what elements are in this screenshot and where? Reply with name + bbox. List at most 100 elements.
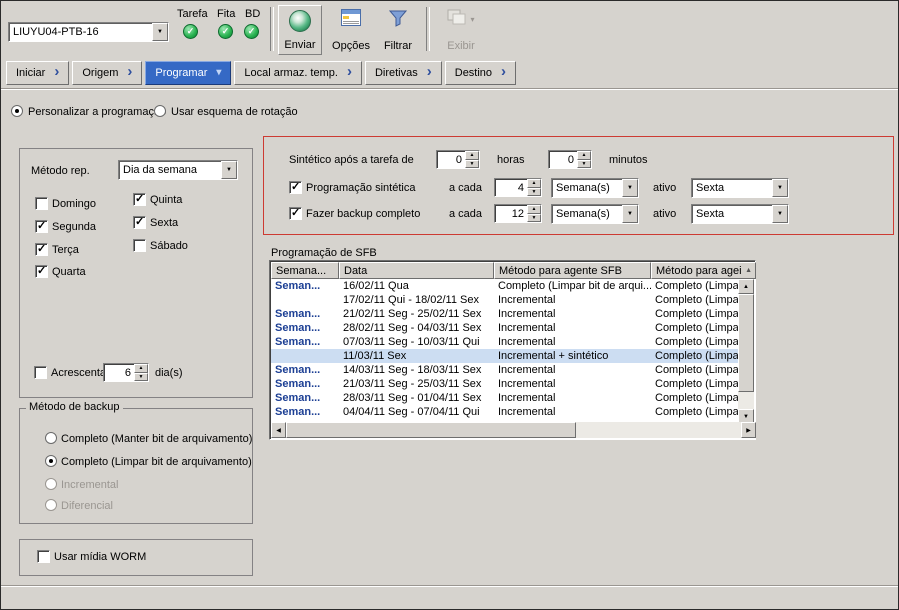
vertical-scroll-thumb[interactable] (738, 294, 754, 392)
a-cada-label: a cada (449, 208, 482, 221)
cell-week: Seman... (271, 377, 339, 391)
table-row-selected[interactable]: 11/03/11 Sex Incremental + sintético Com… (271, 349, 740, 363)
checkbox-segunda[interactable] (35, 220, 48, 233)
ativo-label: ativo (653, 182, 676, 195)
dropdown-arrow-icon[interactable]: ▼ (772, 205, 788, 223)
table-row[interactable]: Seman... 28/03/11 Seg - 01/04/11 Sex Inc… (271, 391, 740, 405)
spin-up-icon[interactable]: ▲ (527, 205, 541, 214)
exibir-button-label: Exibir (447, 40, 475, 52)
completo-unit-dropdown[interactable]: Semana(s) ▼ (551, 204, 639, 224)
spin-down-icon[interactable]: ▼ (465, 160, 479, 169)
minutes-spinner[interactable]: 0 ▲ ▼ (548, 150, 592, 169)
checkbox-programacao-sintetica[interactable] (289, 181, 302, 194)
spin-down-icon[interactable]: ▼ (577, 160, 591, 169)
chevron-down-icon: ▾ (216, 68, 221, 78)
checkbox-domingo[interactable] (35, 197, 48, 210)
sintetica-unit-value: Semana(s) (552, 179, 622, 197)
job-selector-dropdown-icon[interactable]: ▼ (152, 23, 168, 41)
horizontal-scroll-thumb[interactable] (286, 422, 576, 438)
status-label-fita: Fita (217, 8, 235, 21)
radio-completo-limpar[interactable] (45, 455, 57, 467)
horizontal-scrollbar[interactable]: ◀ ▶ (271, 422, 756, 438)
table-row[interactable]: Seman... 21/02/11 Seg - 25/02/11 Sex Inc… (271, 307, 740, 321)
tab-destino[interactable]: Destino › (445, 61, 516, 85)
spinner-buttons: ▲ ▼ (577, 151, 591, 168)
radio-completo-manter[interactable] (45, 432, 57, 444)
table-row[interactable]: Seman... 14/03/11 Seg - 18/03/11 Sex Inc… (271, 363, 740, 377)
checkbox-acrescentar[interactable] (34, 366, 47, 379)
toolbar: LIUYU04-PTB-16 ▼ Tarefa Fita BD ✓ ✓ ✓ En… (1, 1, 898, 59)
dropdown-arrow-icon[interactable]: ▼ (221, 161, 237, 179)
cell-agent2-method: Completo (Limpar (651, 321, 740, 335)
sintetica-unit-dropdown[interactable]: Semana(s) ▼ (551, 178, 639, 198)
dropdown-arrow-icon[interactable]: ▼ (622, 205, 638, 223)
spinner-buttons: ▲ ▼ (527, 179, 541, 196)
cell-agent-method: Completo (Limpar bit de arqui... (494, 279, 651, 293)
radio-diferencial (45, 499, 57, 511)
table-row[interactable]: Seman... 28/02/11 Seg - 04/03/11 Sex Inc… (271, 321, 740, 335)
tab-local-armaz-temp[interactable]: Local armaz. temp. › (234, 61, 362, 85)
metodo-rep-dropdown[interactable]: Dia da semana ▼ (118, 160, 238, 180)
checkbox-sabado[interactable] (133, 239, 146, 252)
radio-personalizar-programacao[interactable] (11, 105, 23, 117)
sintetica-interval-spinner[interactable]: 4 ▲ ▼ (494, 178, 542, 197)
spin-down-icon[interactable]: ▼ (134, 373, 148, 382)
tab-programar[interactable]: Programar ▾ (145, 61, 231, 85)
tab-iniciar[interactable]: Iniciar › (6, 61, 69, 85)
enviar-button[interactable]: Enviar (278, 5, 322, 55)
table-row[interactable]: Seman... 07/03/11 Seg - 10/03/11 Qui Inc… (271, 335, 740, 349)
column-header-metodo-agente[interactable]: Método para agei ▲ (651, 262, 756, 279)
completo-interval-spinner[interactable]: 12 ▲ ▼ (494, 204, 542, 223)
dropdown-arrow-icon[interactable]: ▼ (772, 179, 788, 197)
scroll-right-icon[interactable]: ▶ (741, 422, 756, 438)
table-row[interactable]: Seman... 21/03/11 Seg - 25/03/11 Sex Inc… (271, 377, 740, 391)
vertical-scrollbar[interactable]: ▲ ▼ (738, 279, 754, 424)
sintetica-day-dropdown[interactable]: Sexta ▼ (691, 178, 789, 198)
column-header-semana[interactable]: Semana... (271, 262, 339, 279)
checkbox-usar-midia-worm[interactable] (37, 550, 50, 563)
spin-up-icon[interactable]: ▲ (527, 179, 541, 188)
spin-up-icon[interactable]: ▲ (134, 364, 148, 373)
radio-esquema-rotacao[interactable] (154, 105, 166, 117)
tab-diretivas-label: Diretivas (375, 67, 418, 79)
filter-icon (389, 9, 407, 30)
enviar-icon (289, 10, 311, 32)
hours-value: 0 (437, 151, 465, 168)
spin-up-icon[interactable]: ▲ (577, 151, 591, 160)
cell-date: 04/04/11 Seg - 07/04/11 Qui (339, 405, 494, 419)
table-row[interactable]: 17/02/11 Qui - 18/02/11 Sex Incremental … (271, 293, 740, 307)
table-row[interactable]: Seman... 04/04/11 Seg - 07/04/11 Qui Inc… (271, 405, 740, 419)
spin-down-icon[interactable]: ▼ (527, 188, 541, 197)
tab-origem[interactable]: Origem › (72, 61, 142, 85)
sort-asc-icon: ▲ (745, 267, 752, 274)
completo-day-dropdown[interactable]: Sexta ▼ (691, 204, 789, 224)
scroll-left-icon[interactable]: ◀ (271, 422, 286, 438)
table-row[interactable]: Seman... 16/02/11 Qua Completo (Limpar b… (271, 279, 740, 293)
cell-date: 07/03/11 Seg - 10/03/11 Qui (339, 335, 494, 349)
metodo-rep-label: Método rep. (31, 165, 90, 178)
acrescentar-spinner[interactable]: 6 ▲ ▼ (103, 363, 149, 382)
tab-diretivas[interactable]: Diretivas › (365, 61, 442, 85)
cell-date: 21/02/11 Seg - 25/02/11 Sex (339, 307, 494, 321)
filtrar-button[interactable]: Filtrar (377, 5, 419, 55)
spin-down-icon[interactable]: ▼ (527, 214, 541, 223)
checkbox-quinta[interactable] (133, 193, 146, 206)
column-header-data[interactable]: Data (339, 262, 494, 279)
synthetic-settings-panel: Sintético após a tarefa de 0 ▲ ▼ horas 0… (263, 136, 894, 235)
checkbox-fazer-backup-completo[interactable] (289, 207, 302, 220)
tab-local-armaz-temp-label: Local armaz. temp. (244, 67, 338, 79)
completo-interval-value: 12 (495, 205, 527, 222)
hours-spinner[interactable]: 0 ▲ ▼ (436, 150, 480, 169)
cell-week: Seman... (271, 335, 339, 349)
checkbox-terca[interactable] (35, 243, 48, 256)
dropdown-arrow-icon[interactable]: ▼ (622, 179, 638, 197)
spin-up-icon[interactable]: ▲ (465, 151, 479, 160)
checkbox-quarta[interactable] (35, 265, 48, 278)
sintetica-day-value: Sexta (692, 179, 772, 197)
column-header-metodo-sfb[interactable]: Método para agente SFB (494, 262, 651, 279)
job-selector[interactable]: LIUYU04-PTB-16 ▼ (8, 22, 169, 42)
scroll-up-icon[interactable]: ▲ (738, 279, 754, 294)
checkbox-sexta[interactable] (133, 216, 146, 229)
opcoes-button[interactable]: Opções (328, 5, 374, 55)
cell-week: Seman... (271, 405, 339, 419)
